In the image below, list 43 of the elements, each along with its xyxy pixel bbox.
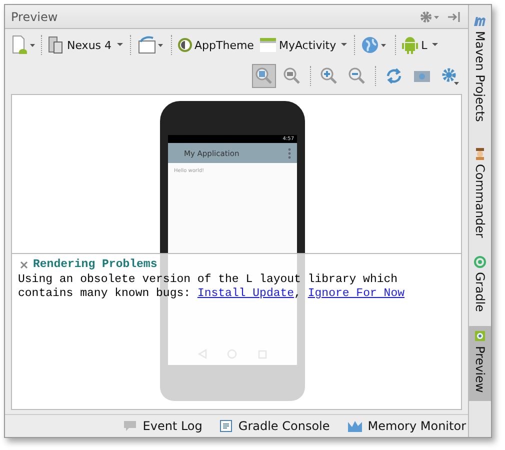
problem-link[interactable]: Install Update — [197, 287, 294, 300]
console-icon — [220, 420, 232, 432]
problems-title: Rendering Problems — [33, 258, 158, 271]
memory-chart-icon — [348, 420, 362, 432]
problem-message: Using an obsolete version of the L layout library which contains many known bugs: Install Update, Ignore For Now — [18, 273, 406, 301]
device-selector[interactable]: Nexus 4 — [46, 34, 126, 56]
devices-icon — [48, 36, 64, 54]
caret-icon — [116, 42, 124, 48]
api-level-selector[interactable]: L — [400, 34, 442, 56]
zoom-out-icon — [348, 67, 366, 85]
event-log-button[interactable]: Event Log — [122, 419, 202, 433]
commander-tab[interactable]: Commander — [469, 144, 491, 246]
settings-icon — [441, 67, 459, 85]
preview-tab[interactable]: Preview — [469, 326, 491, 401]
android-icon — [402, 36, 418, 54]
caret-icon — [431, 42, 440, 48]
maven-projects-tab[interactable]: Maven Projects — [469, 5, 491, 130]
refresh-icon — [385, 67, 403, 85]
gear-icon[interactable] — [420, 10, 440, 22]
problem-link[interactable]: Ignore For Now — [308, 287, 404, 300]
memory-monitor-button[interactable]: Memory Monitor — [348, 419, 466, 433]
actual-size-icon — [283, 67, 301, 85]
zoom-fit-icon — [255, 67, 273, 85]
gradle-tab[interactable]: Gradle — [469, 252, 491, 320]
gradle-icon — [474, 256, 486, 268]
caret-icon — [340, 42, 348, 48]
speech-bubble-icon — [122, 420, 137, 432]
overflow-menu-icon — [288, 148, 291, 158]
theme-selector[interactable]: AppTheme — [176, 36, 256, 54]
preview-icon — [474, 330, 486, 342]
theme-icon — [178, 38, 192, 52]
close-icon[interactable] — [20, 260, 28, 268]
new-device-icon — [11, 35, 35, 55]
activity-selector[interactable]: MyActivity — [258, 36, 350, 54]
commander-icon — [474, 148, 486, 160]
hide-icon[interactable] — [448, 10, 462, 22]
zoom-in-icon — [320, 67, 338, 85]
zoom-to-fit-button[interactable] — [252, 64, 276, 88]
panel-title: Preview — [11, 10, 58, 24]
rotate-screen-icon — [136, 36, 165, 54]
layout-icon — [260, 38, 276, 52]
maven-icon — [473, 15, 487, 27]
gradle-console-button[interactable]: Gradle Console — [220, 419, 330, 433]
